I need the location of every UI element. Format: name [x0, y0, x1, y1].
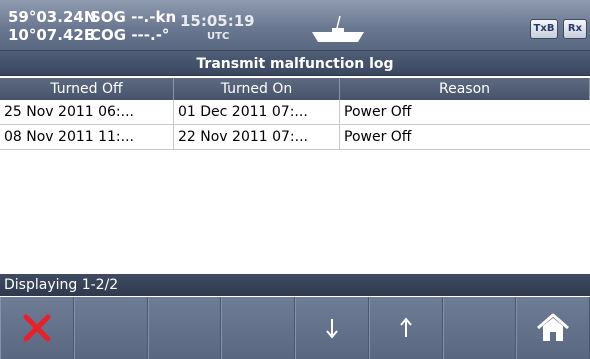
txb-indicator[interactable]: TxB — [530, 19, 558, 39]
cell-turned-on: 01 Dec 2011 07:... — [174, 100, 340, 124]
button-bar — [0, 297, 590, 359]
page-title: Transmit malfunction log — [0, 50, 590, 76]
home-button[interactable] — [516, 297, 590, 359]
column-header-reason[interactable]: Reason — [340, 78, 590, 100]
column-header-turned-on[interactable]: Turned On — [174, 78, 340, 100]
arrow-down-icon — [326, 319, 338, 339]
cog-readout: COG ---.-° — [90, 27, 169, 44]
time-zone: UTC — [207, 31, 230, 42]
cell-reason: Power Off — [344, 129, 412, 145]
home-icon — [537, 313, 570, 341]
status-bar: 59°03.24N 10°07.42E SOG --.-kn COG ---.-… — [0, 0, 590, 50]
arrow-up-icon — [399, 317, 412, 337]
empty-button-3[interactable] — [221, 297, 295, 359]
cell-turned-off: 08 Nov 2011 11:... — [0, 125, 174, 149]
clock: 15:05:19 — [180, 12, 255, 30]
sog-value: --.-kn — [131, 8, 177, 26]
longitude: 10°07.42E — [8, 26, 95, 44]
latitude: 59°03.24N — [8, 8, 97, 26]
display-count: Displaying 1-2/2 — [0, 274, 590, 296]
close-icon — [23, 314, 51, 342]
sog-label: SOG — [90, 8, 126, 26]
cell-turned-off: 25 Nov 2011 06:... — [0, 100, 174, 124]
column-header-turned-off[interactable]: Turned Off — [0, 78, 174, 100]
cell-reason: Power Off — [344, 104, 412, 120]
empty-button-2[interactable] — [147, 297, 222, 359]
table-header: Turned Off Turned On Reason — [0, 78, 590, 100]
table-row[interactable]: 25 Nov 2011 06:... 01 Dec 2011 07:... Po… — [0, 100, 590, 125]
sog-readout: SOG --.-kn — [90, 9, 176, 26]
close-button[interactable] — [0, 297, 74, 359]
cog-label: COG — [90, 26, 127, 44]
table-row[interactable]: 08 Nov 2011 11:... 22 Nov 2011 07:... Po… — [0, 125, 590, 150]
rx-indicator[interactable]: Rx — [563, 19, 587, 39]
empty-button-4[interactable] — [442, 297, 517, 359]
cog-value: ---.-° — [131, 26, 170, 44]
vessel-icon — [312, 15, 364, 42]
scroll-down-button[interactable] — [295, 297, 369, 359]
log-table: 25 Nov 2011 06:... 01 Dec 2011 07:... Po… — [0, 100, 590, 274]
scroll-up-button[interactable] — [368, 297, 443, 359]
empty-button-1[interactable] — [73, 297, 148, 359]
cell-turned-on: 22 Nov 2011 07:... — [174, 125, 340, 149]
